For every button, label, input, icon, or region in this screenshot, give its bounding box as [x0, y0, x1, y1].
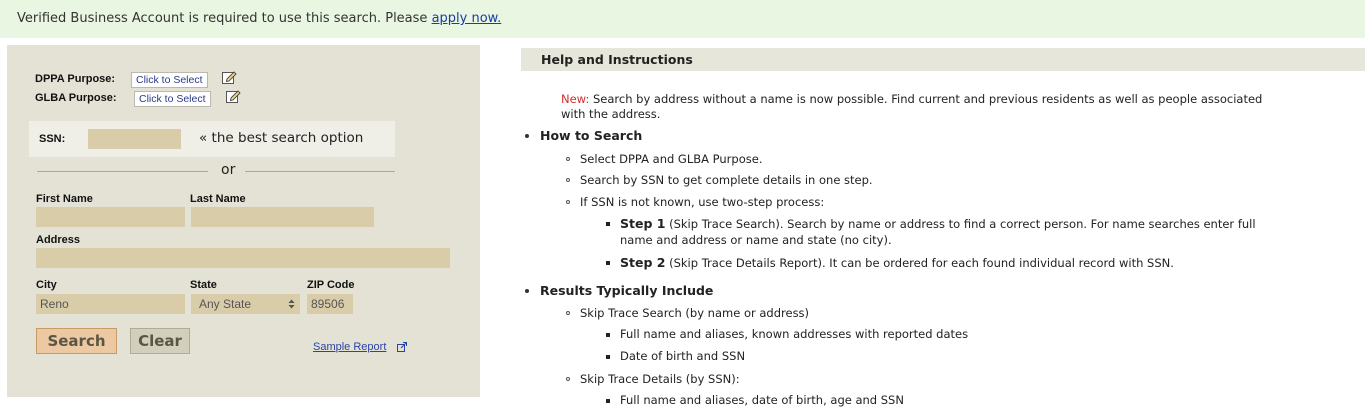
ssn-input[interactable]	[88, 129, 181, 149]
ssn-section: SSN: « the best search option	[29, 121, 395, 157]
glba-purpose-select-button[interactable]: Click to Select	[134, 91, 211, 107]
zip-input[interactable]	[307, 294, 353, 314]
circle-bullet-icon	[566, 157, 570, 161]
circle-bullet-icon	[566, 377, 570, 381]
state-select[interactable]: Any State	[191, 294, 300, 314]
help-section: Help and Instructions New: Search by add…	[521, 48, 1365, 412]
dppa-purpose-select-button[interactable]: Click to Select	[131, 72, 208, 88]
zip-label: ZIP Code	[307, 279, 355, 291]
step1-text-line1: (Skip Trace Search). Search by name or a…	[665, 217, 1256, 231]
results-details-item-1: Full name and aliases, date of birth, ag…	[620, 393, 904, 407]
state-select-value: Any State	[199, 297, 252, 311]
how-item-3: If SSN is not known, use two-step proces…	[580, 195, 825, 209]
or-divider-left	[37, 171, 208, 172]
first-name-input[interactable]	[36, 207, 185, 227]
step2-title: Step 2	[620, 255, 666, 270]
sample-report-link[interactable]: Sample Report	[313, 341, 386, 353]
last-name-input[interactable]	[191, 207, 374, 227]
step1-line1: Step 1 (Skip Trace Search). Search by na…	[620, 216, 1256, 231]
verification-banner: Verified Business Account is required to…	[0, 0, 1365, 38]
step1-text-line2: name and address or name and state (no c…	[620, 233, 892, 247]
search-button[interactable]: Search	[36, 328, 117, 354]
glba-edit-icon[interactable]	[225, 88, 241, 104]
ssn-hint: « the best search option	[199, 130, 364, 146]
dppa-purpose-label: DPPA Purpose:	[35, 73, 116, 85]
step1-title: Step 1	[620, 216, 666, 231]
last-name-label: Last Name	[190, 193, 246, 205]
square-bullet-icon	[606, 333, 610, 337]
bullet-icon	[525, 289, 529, 293]
glba-purpose-label: GLBA Purpose:	[35, 92, 117, 104]
state-label: State	[190, 279, 217, 291]
banner-text: Verified Business Account is required to…	[17, 11, 432, 26]
how-to-search-title: How to Search	[540, 128, 643, 143]
or-divider-right	[245, 171, 395, 172]
apply-now-link[interactable]: apply now.	[432, 11, 502, 26]
results-title: Results Typically Include	[540, 283, 714, 298]
new-text-line1: Search by address without a name is now …	[589, 92, 1263, 106]
bullet-icon	[525, 134, 529, 138]
or-text: or	[221, 162, 236, 178]
new-label: New:	[561, 92, 590, 106]
search-form-panel: DPPA Purpose: Click to Select GLBA Purpo…	[7, 45, 480, 397]
new-text-line2: with the address.	[561, 107, 661, 121]
circle-bullet-icon	[566, 178, 570, 182]
help-title: Help and Instructions	[521, 48, 1365, 71]
ssn-label: SSN:	[39, 133, 66, 145]
results-search: Skip Trace Search (by name or address)	[580, 306, 810, 320]
how-item-2: Search by SSN to get complete details in…	[580, 173, 873, 187]
city-label: City	[36, 279, 57, 291]
square-bullet-icon	[606, 261, 610, 265]
square-bullet-icon	[606, 355, 610, 359]
circle-bullet-icon	[566, 200, 570, 204]
city-input[interactable]	[36, 294, 185, 314]
address-label: Address	[36, 234, 81, 246]
results-search-item-1: Full name and aliases, known addresses w…	[620, 327, 969, 341]
results-search-item-2: Date of birth and SSN	[620, 349, 746, 363]
external-link-icon[interactable]	[397, 342, 407, 352]
square-bullet-icon	[606, 399, 610, 403]
circle-bullet-icon	[566, 311, 570, 315]
address-input[interactable]	[36, 248, 450, 268]
results-details: Skip Trace Details (by SSN):	[580, 372, 740, 386]
how-item-1: Select DPPA and GLBA Purpose.	[580, 152, 763, 166]
square-bullet-icon	[606, 222, 610, 226]
clear-button[interactable]: Clear	[130, 328, 190, 354]
step2-text: (Skip Trace Details Report). It can be o…	[665, 256, 1174, 270]
first-name-label: First Name	[36, 193, 93, 205]
step2-line: Step 2 (Skip Trace Details Report). It c…	[620, 255, 1174, 270]
new-feature-line1: New: Search by address without a name is…	[561, 92, 1262, 106]
select-arrows-icon	[288, 299, 295, 309]
dppa-edit-icon[interactable]	[221, 69, 237, 85]
